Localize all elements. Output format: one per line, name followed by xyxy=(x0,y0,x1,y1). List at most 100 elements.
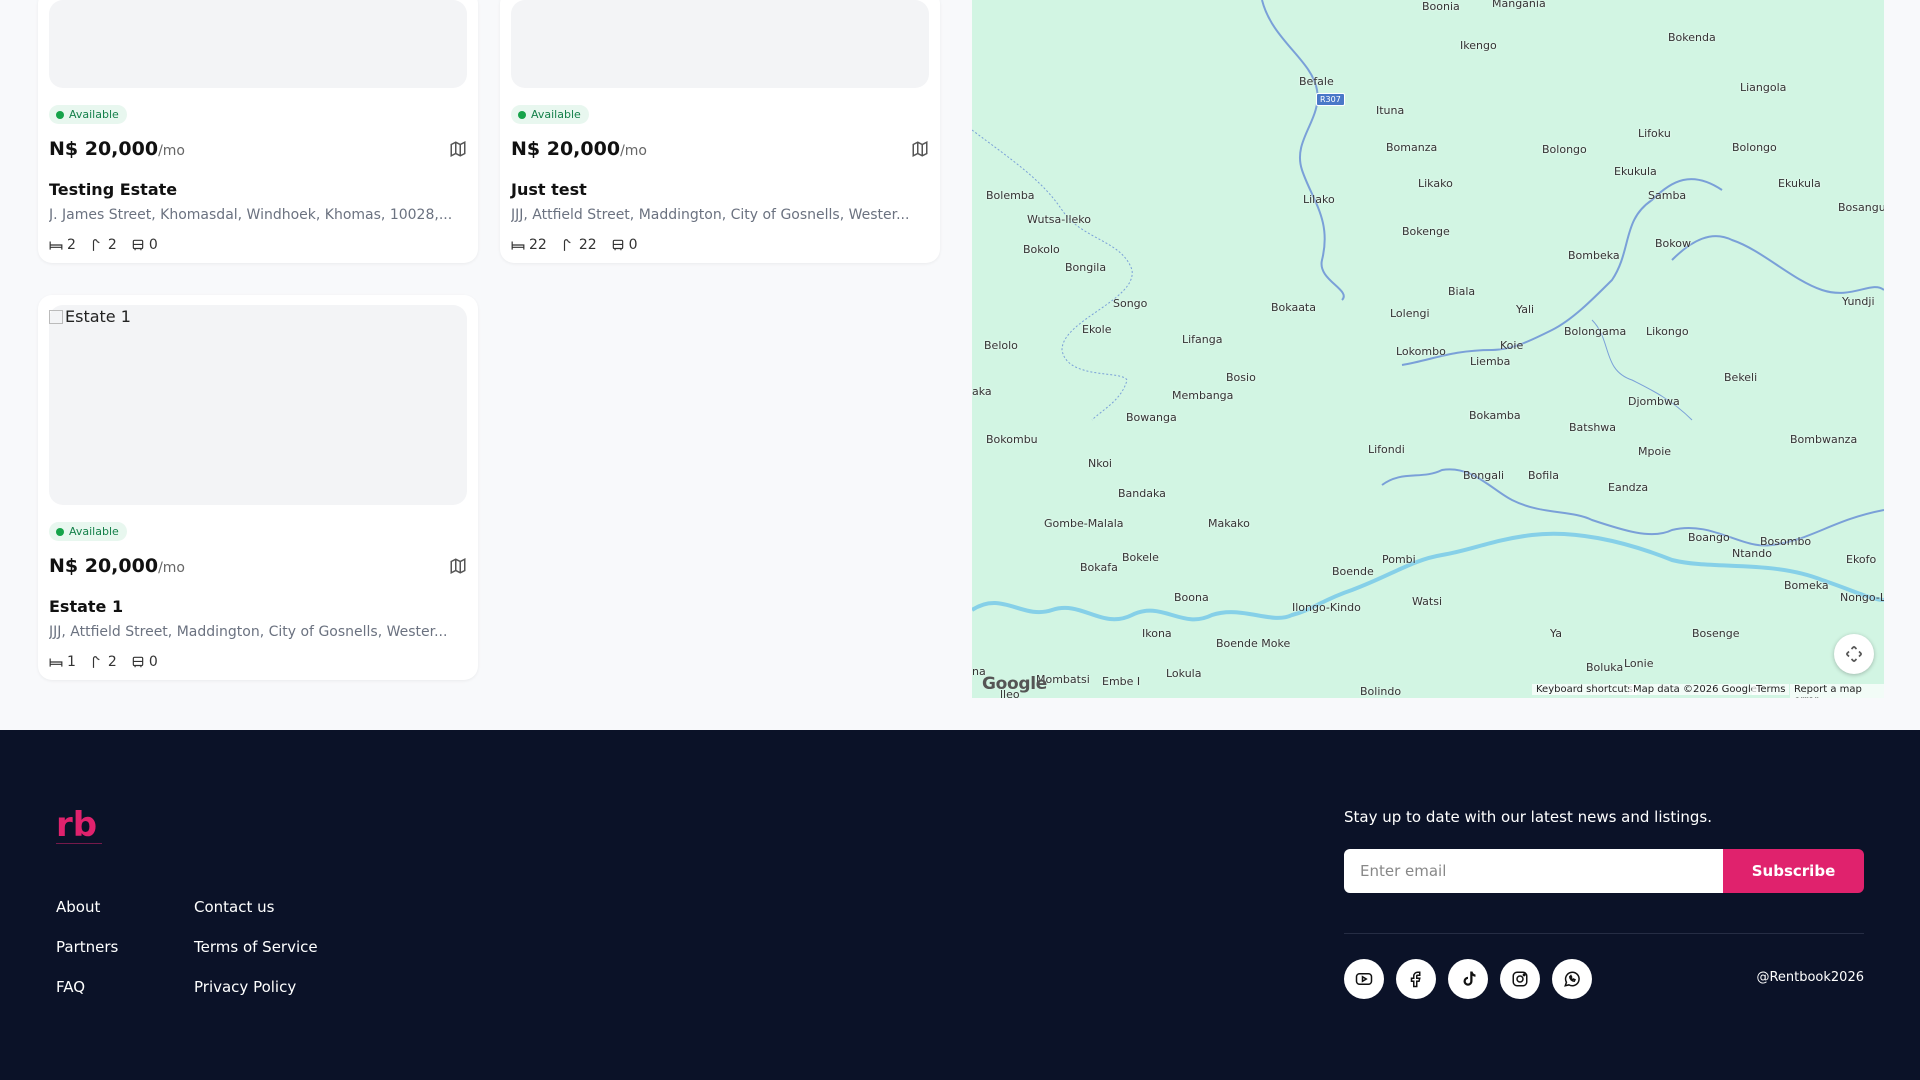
map-place-label: Bokenda xyxy=(1668,31,1716,44)
parking-count: 0 xyxy=(148,237,158,253)
listing-card[interactable]: Estate 1 Available N$ 20,000/mo Estate 1… xyxy=(38,295,478,680)
listing-image[interactable] xyxy=(49,0,467,88)
map-place-label: Lifoku xyxy=(1638,127,1671,140)
listing-address: JJJ, Attfield Street, Maddington, City o… xyxy=(511,207,910,223)
map-icon[interactable] xyxy=(449,140,467,158)
car-icon xyxy=(612,239,623,251)
fullscreen-button[interactable] xyxy=(1834,634,1874,674)
map-place-label: Bokaata xyxy=(1271,301,1316,314)
contact-us-link[interactable]: Contact us xyxy=(194,898,318,916)
shower-icon xyxy=(92,239,100,251)
map-place-label: Bongila xyxy=(1065,261,1107,274)
map-place-label: Yali xyxy=(1516,303,1535,316)
map-place-label: Nkoi xyxy=(1088,457,1112,470)
beds-count: 1 xyxy=(67,654,76,670)
map-place-label: Lilako xyxy=(1303,193,1335,206)
map-place-label: Bosangu xyxy=(1838,201,1884,214)
map-place-label: Watsi xyxy=(1412,595,1443,608)
map-place-label: Befale xyxy=(1299,75,1334,88)
faq-link[interactable]: FAQ xyxy=(56,978,118,996)
subscribe-form: Subscribe xyxy=(1344,849,1864,893)
map-place-label: Ikona xyxy=(1142,627,1172,640)
email-input[interactable] xyxy=(1344,849,1723,893)
map-place-label: Bokamba xyxy=(1469,409,1521,422)
status-badge: Available xyxy=(511,105,589,124)
google-logo: Google xyxy=(982,674,1048,694)
listing-image[interactable] xyxy=(511,0,929,88)
map-place-label: Gombe-Malala xyxy=(1044,517,1124,530)
newsletter-text: Stay up to date with our latest news and… xyxy=(1344,808,1712,826)
map-place-label: Bokombu xyxy=(986,433,1038,446)
bed-icon xyxy=(511,241,525,250)
map-place-label: Ekukula xyxy=(1778,177,1821,190)
keyboard-shortcuts-link[interactable]: Keyboard shortcuts xyxy=(1532,684,1637,695)
footer-links-col2: Contact us Terms of Service Privacy Poli… xyxy=(194,898,318,1018)
map-place-label: Membanga xyxy=(1172,389,1234,402)
whatsapp-icon[interactable] xyxy=(1552,959,1592,999)
map-place-label: Eandza xyxy=(1608,481,1649,494)
map-icon[interactable] xyxy=(449,557,467,575)
about-link[interactable]: About xyxy=(56,898,118,916)
baths-count: 2 xyxy=(107,654,117,670)
subscribe-button[interactable]: Subscribe xyxy=(1723,849,1864,893)
status-dot-icon xyxy=(56,527,64,536)
map-place-label: Bokenge xyxy=(1402,225,1450,238)
map-place-label: Bongali xyxy=(1463,469,1505,482)
terms-of-service-link[interactable]: Terms of Service xyxy=(194,938,318,956)
map-place-label: Makako xyxy=(1208,517,1250,530)
map-place-label: Bosenge xyxy=(1692,627,1740,640)
status-dot-icon xyxy=(56,110,64,119)
map-place-label: Bekeli xyxy=(1724,371,1758,384)
map-place-label: Bokele xyxy=(1122,551,1159,564)
map-place-label: Likongo xyxy=(1646,325,1689,338)
broken-image-alt: Estate 1 xyxy=(49,307,131,326)
privacy-policy-link[interactable]: Privacy Policy xyxy=(194,978,318,996)
map-place-label: Bokolo xyxy=(1023,243,1060,256)
map-place-label: Lifanga xyxy=(1182,333,1223,346)
shower-icon xyxy=(563,239,571,251)
status-badge: Available xyxy=(49,522,127,541)
listing-image[interactable]: Estate 1 xyxy=(49,305,467,505)
facebook-icon[interactable] xyxy=(1396,959,1436,999)
map-data-attribution: Map data ©2026 Google xyxy=(1629,684,1761,695)
listing-title[interactable]: Just test xyxy=(511,180,929,199)
map-place-label: Bombwanza xyxy=(1790,433,1858,446)
listing-card[interactable]: Available N$ 20,000/mo Testing Estate J.… xyxy=(38,0,478,263)
listing-title[interactable]: Testing Estate xyxy=(49,180,467,199)
map-place-label: Lokula xyxy=(1166,667,1202,680)
site-footer: rb About Partners FAQ Contact us Terms o… xyxy=(0,730,1920,1080)
instagram-icon[interactable] xyxy=(1500,959,1540,999)
map-place-label: Boonia xyxy=(1422,0,1460,13)
map-place-label: Songo xyxy=(1113,297,1148,310)
report-map-error-link[interactable]: Report a map error xyxy=(1790,684,1884,698)
broken-image-icon xyxy=(49,309,63,324)
map-place-label: Pombi xyxy=(1382,553,1416,566)
map-place-label: Liangola xyxy=(1740,81,1787,94)
parking-count: 0 xyxy=(628,237,638,253)
listing-title[interactable]: Estate 1 xyxy=(49,597,467,616)
youtube-icon[interactable] xyxy=(1344,959,1384,999)
baths-count: 2 xyxy=(107,237,117,253)
listing-address: JJJ, Attfield Street, Maddington, City o… xyxy=(49,624,448,640)
bed-icon xyxy=(49,241,63,250)
listing-card[interactable]: Available N$ 20,000/mo Just test JJJ, At… xyxy=(500,0,940,263)
map-place-label: Ituna xyxy=(1376,104,1405,117)
map-place-label: Bofila xyxy=(1528,469,1560,482)
map-place-label: Liemba xyxy=(1470,355,1511,368)
partners-link[interactable]: Partners xyxy=(56,938,118,956)
tiktok-icon[interactable] xyxy=(1448,959,1488,999)
map-view[interactable]: R307 Boonia Mangania Ikengo Bokenda Lian… xyxy=(972,0,1884,698)
fullscreen-icon xyxy=(1845,645,1863,663)
car-icon xyxy=(132,239,144,251)
map-place-label: Belolo xyxy=(984,339,1018,352)
map-place-label: Lokombo xyxy=(1396,345,1446,358)
listings-grid: Available N$ 20,000/mo Testing Estate J.… xyxy=(0,0,972,730)
terms-link[interactable]: Terms xyxy=(1752,684,1790,695)
baths-count: 22 xyxy=(578,237,597,253)
map-place-label: Samba xyxy=(1648,189,1687,202)
shower-icon xyxy=(92,656,100,668)
map-icon[interactable] xyxy=(911,140,929,158)
map-place-label: Boona xyxy=(1174,591,1209,604)
map-place-label: Mpoie xyxy=(1638,445,1672,458)
rentbook-logo[interactable]: rb xyxy=(56,806,102,848)
